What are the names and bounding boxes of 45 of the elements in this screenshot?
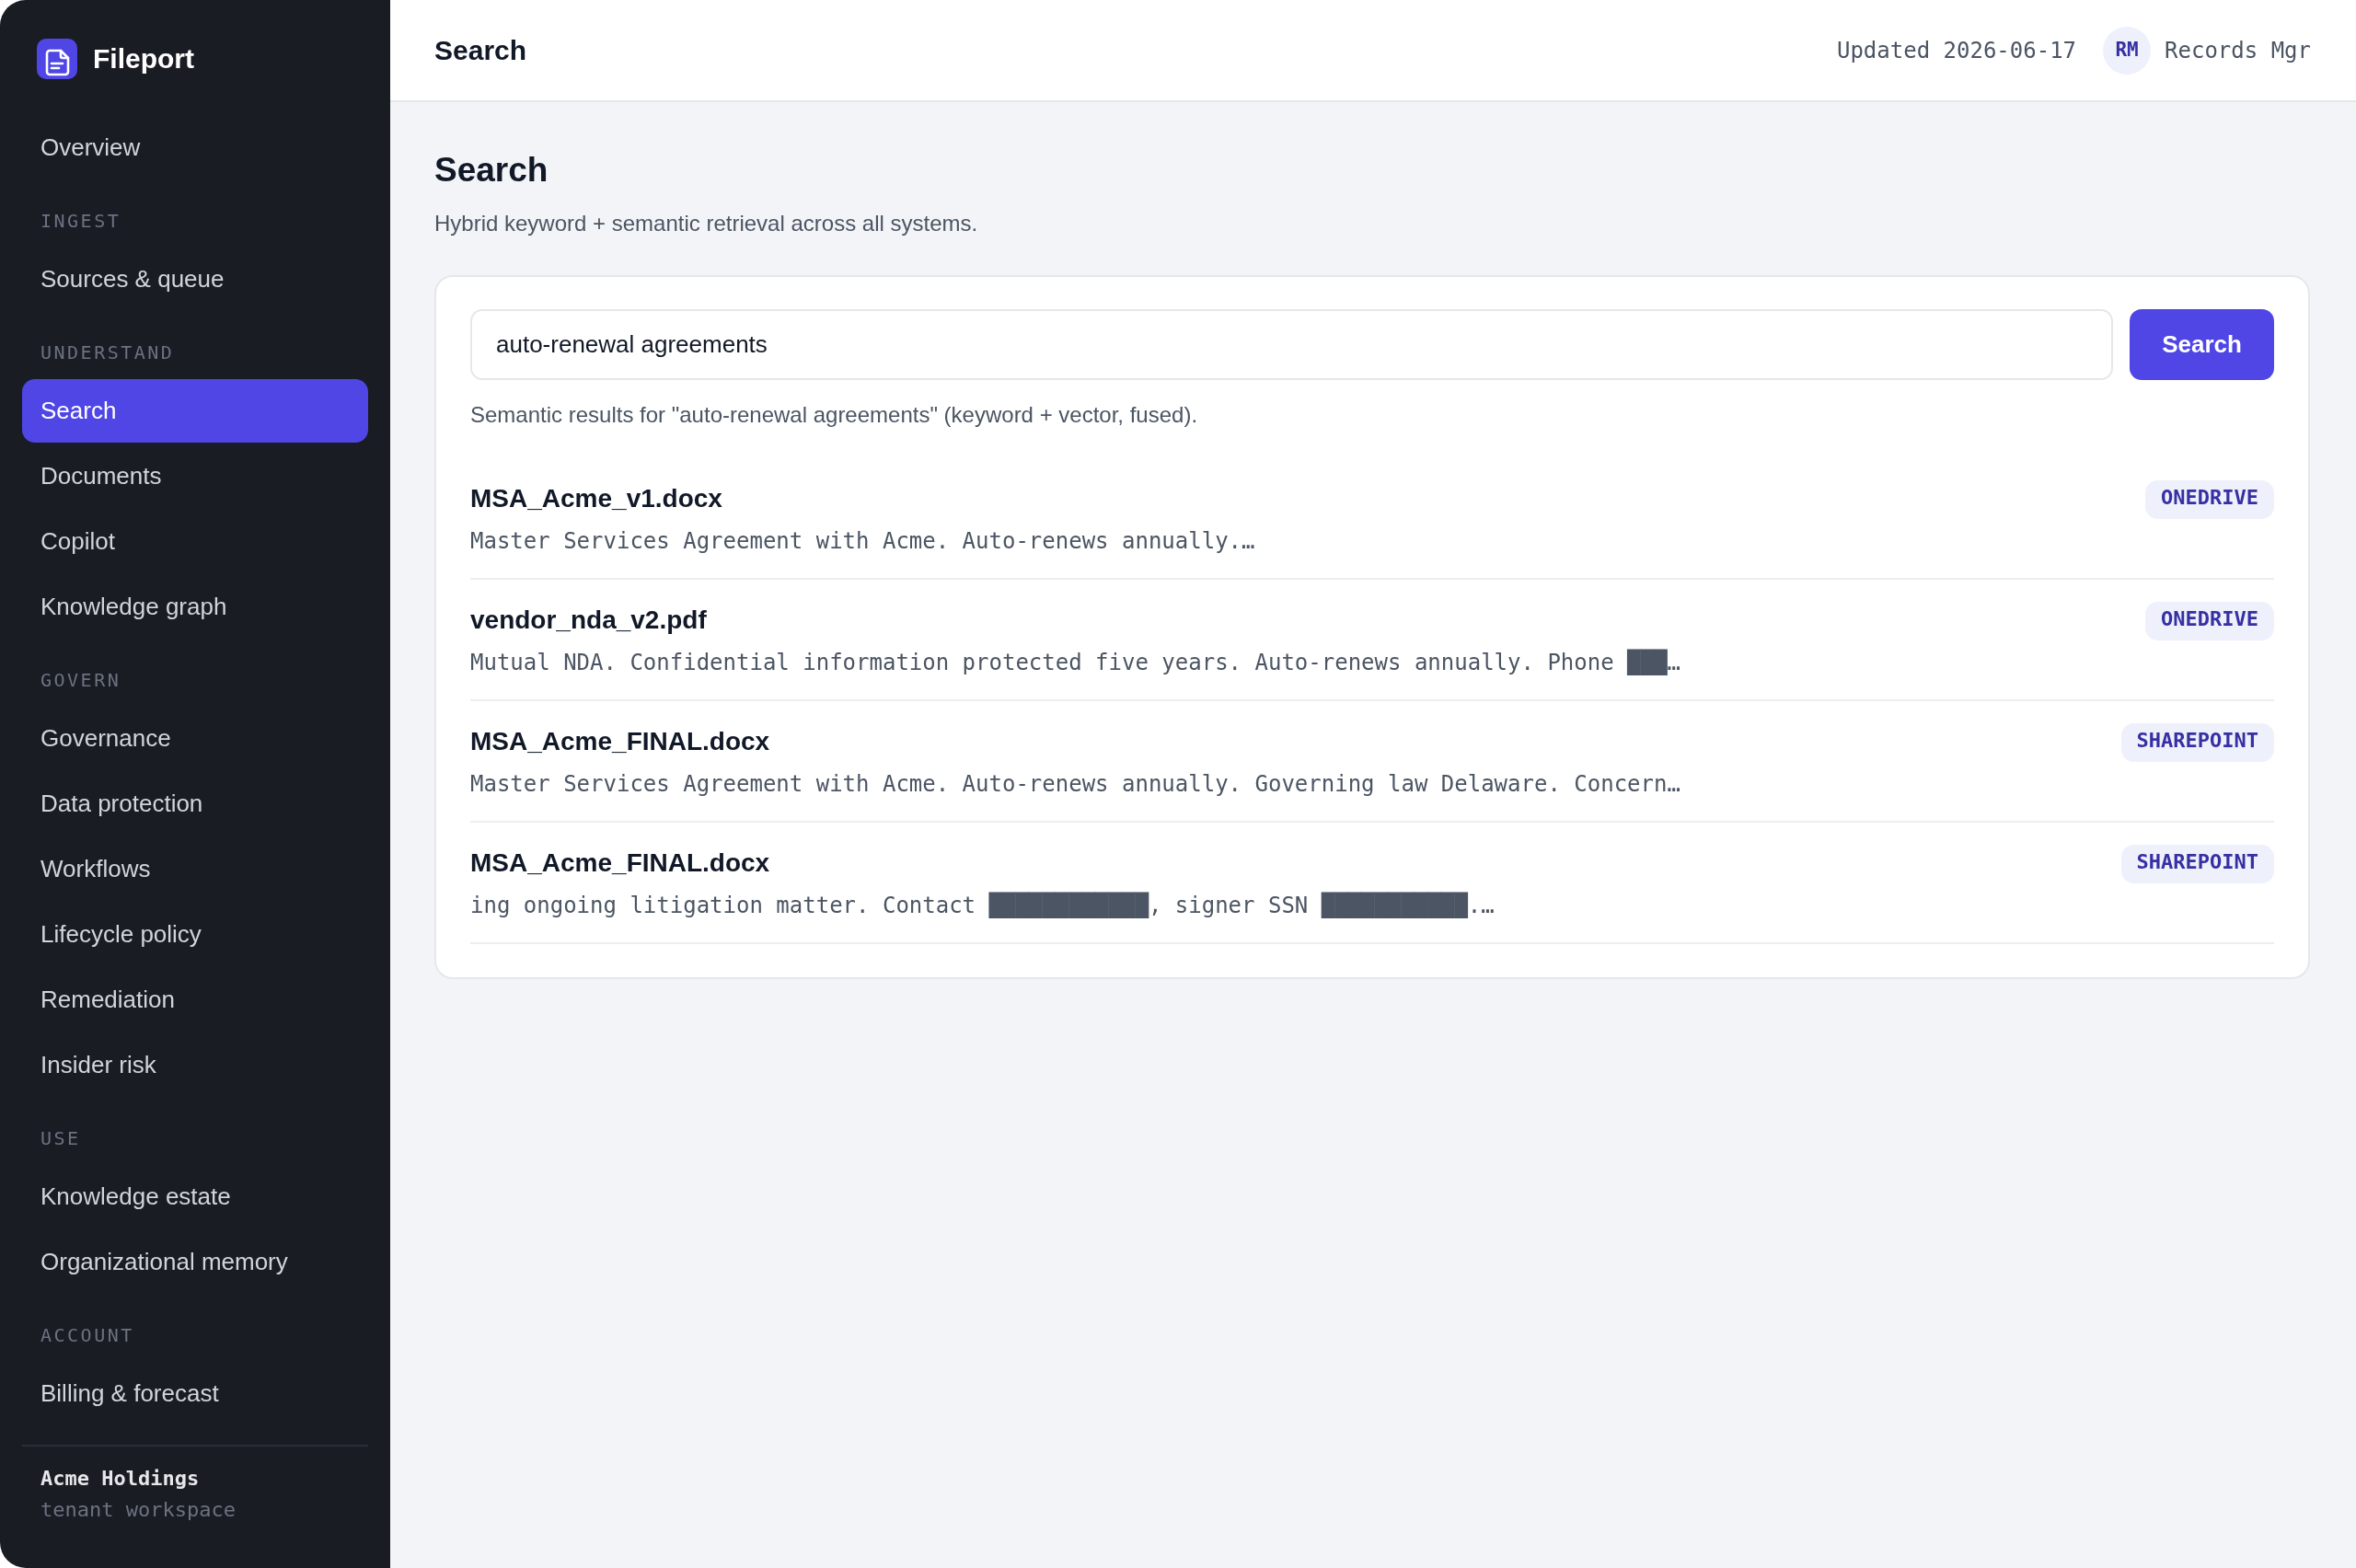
source-tag: ONEDRIVE	[2145, 602, 2274, 640]
document-icon	[37, 39, 77, 79]
nav-section-heading: GOVERN	[40, 668, 122, 693]
nav-item[interactable]: Sources & queue	[22, 248, 368, 311]
result-snippet: Master Services Agreement with Acme. Auto-renews annually. Governing law Delaware. Concern…	[470, 770, 1680, 799]
nav-section-heading: INGEST	[40, 209, 122, 234]
workspace-caption: tenant workspace	[40, 1497, 237, 1523]
nav-item[interactable]: Lifecycle policy	[22, 903, 368, 966]
result-title[interactable]: MSA_Acme_v1.docx	[470, 480, 1255, 517]
page-subtitle: Hybrid keyword + semantic retrieval across all systems.	[434, 210, 979, 237]
result-title[interactable]: MSA_Acme_FINAL.docx	[470, 845, 1495, 882]
nav-item[interactable]: Billing & forecast	[22, 1362, 368, 1425]
source-tag: ONEDRIVE	[2145, 480, 2274, 519]
nav-section-heading: UNDERSTAND	[40, 340, 176, 365]
user-name: Records Mgr	[2165, 36, 2311, 65]
nav-item[interactable]: Remediation	[22, 968, 368, 1032]
nav-section-heading: USE	[40, 1126, 82, 1151]
result-title[interactable]: vendor_nda_v2.pdf	[470, 602, 1680, 639]
page-title: Search	[434, 150, 549, 190]
results-summary: Semantic results for "auto-renewal agreements" (keyword + vector, fused).	[470, 401, 1199, 429]
nav-item[interactable]: Organizational memory	[22, 1230, 368, 1294]
source-tag: SHAREPOINT	[2120, 723, 2274, 762]
nav-item[interactable]: Data protection	[22, 772, 368, 836]
search-field[interactable]: auto-renewal agreements	[470, 309, 2113, 380]
result-snippet: Mutual NDA. Confidential information protected five years. Auto-renews annually. Phone ███…	[470, 648, 1680, 677]
result-snippet: Master Services Agreement with Acme. Auto-renews annually.…	[470, 527, 1255, 556]
search-button[interactable]: Search	[2130, 309, 2274, 380]
nav-item[interactable]: Search	[22, 379, 368, 443]
result-snippet: ing ongoing litigation matter. Contact ████████████, signer SSN ███████████.…	[470, 891, 1495, 920]
nav-item[interactable]: Governance	[22, 707, 368, 770]
nav-item[interactable]: Copilot	[22, 510, 368, 573]
nav-item[interactable]: Documents	[22, 444, 368, 508]
nav-section-heading: ACCOUNT	[40, 1323, 135, 1348]
updated-date: Updated 2026-06-17	[1836, 36, 2077, 65]
nav-item[interactable]: Overview	[22, 116, 368, 179]
user-avatar[interactable]: RM	[2103, 26, 2152, 75]
app-name: Fileport	[93, 42, 194, 75]
nav-item[interactable]: Knowledge estate	[22, 1165, 368, 1228]
result-title[interactable]: MSA_Acme_FINAL.docx	[470, 723, 1680, 760]
nav-item[interactable]: Workflows	[22, 837, 368, 901]
source-tag: SHAREPOINT	[2120, 845, 2274, 883]
org-name: Acme Holdings	[40, 1466, 201, 1492]
nav-item[interactable]: Insider risk	[22, 1033, 368, 1097]
nav-item[interactable]: Knowledge graph	[22, 575, 368, 639]
header-title: Search	[434, 33, 527, 67]
